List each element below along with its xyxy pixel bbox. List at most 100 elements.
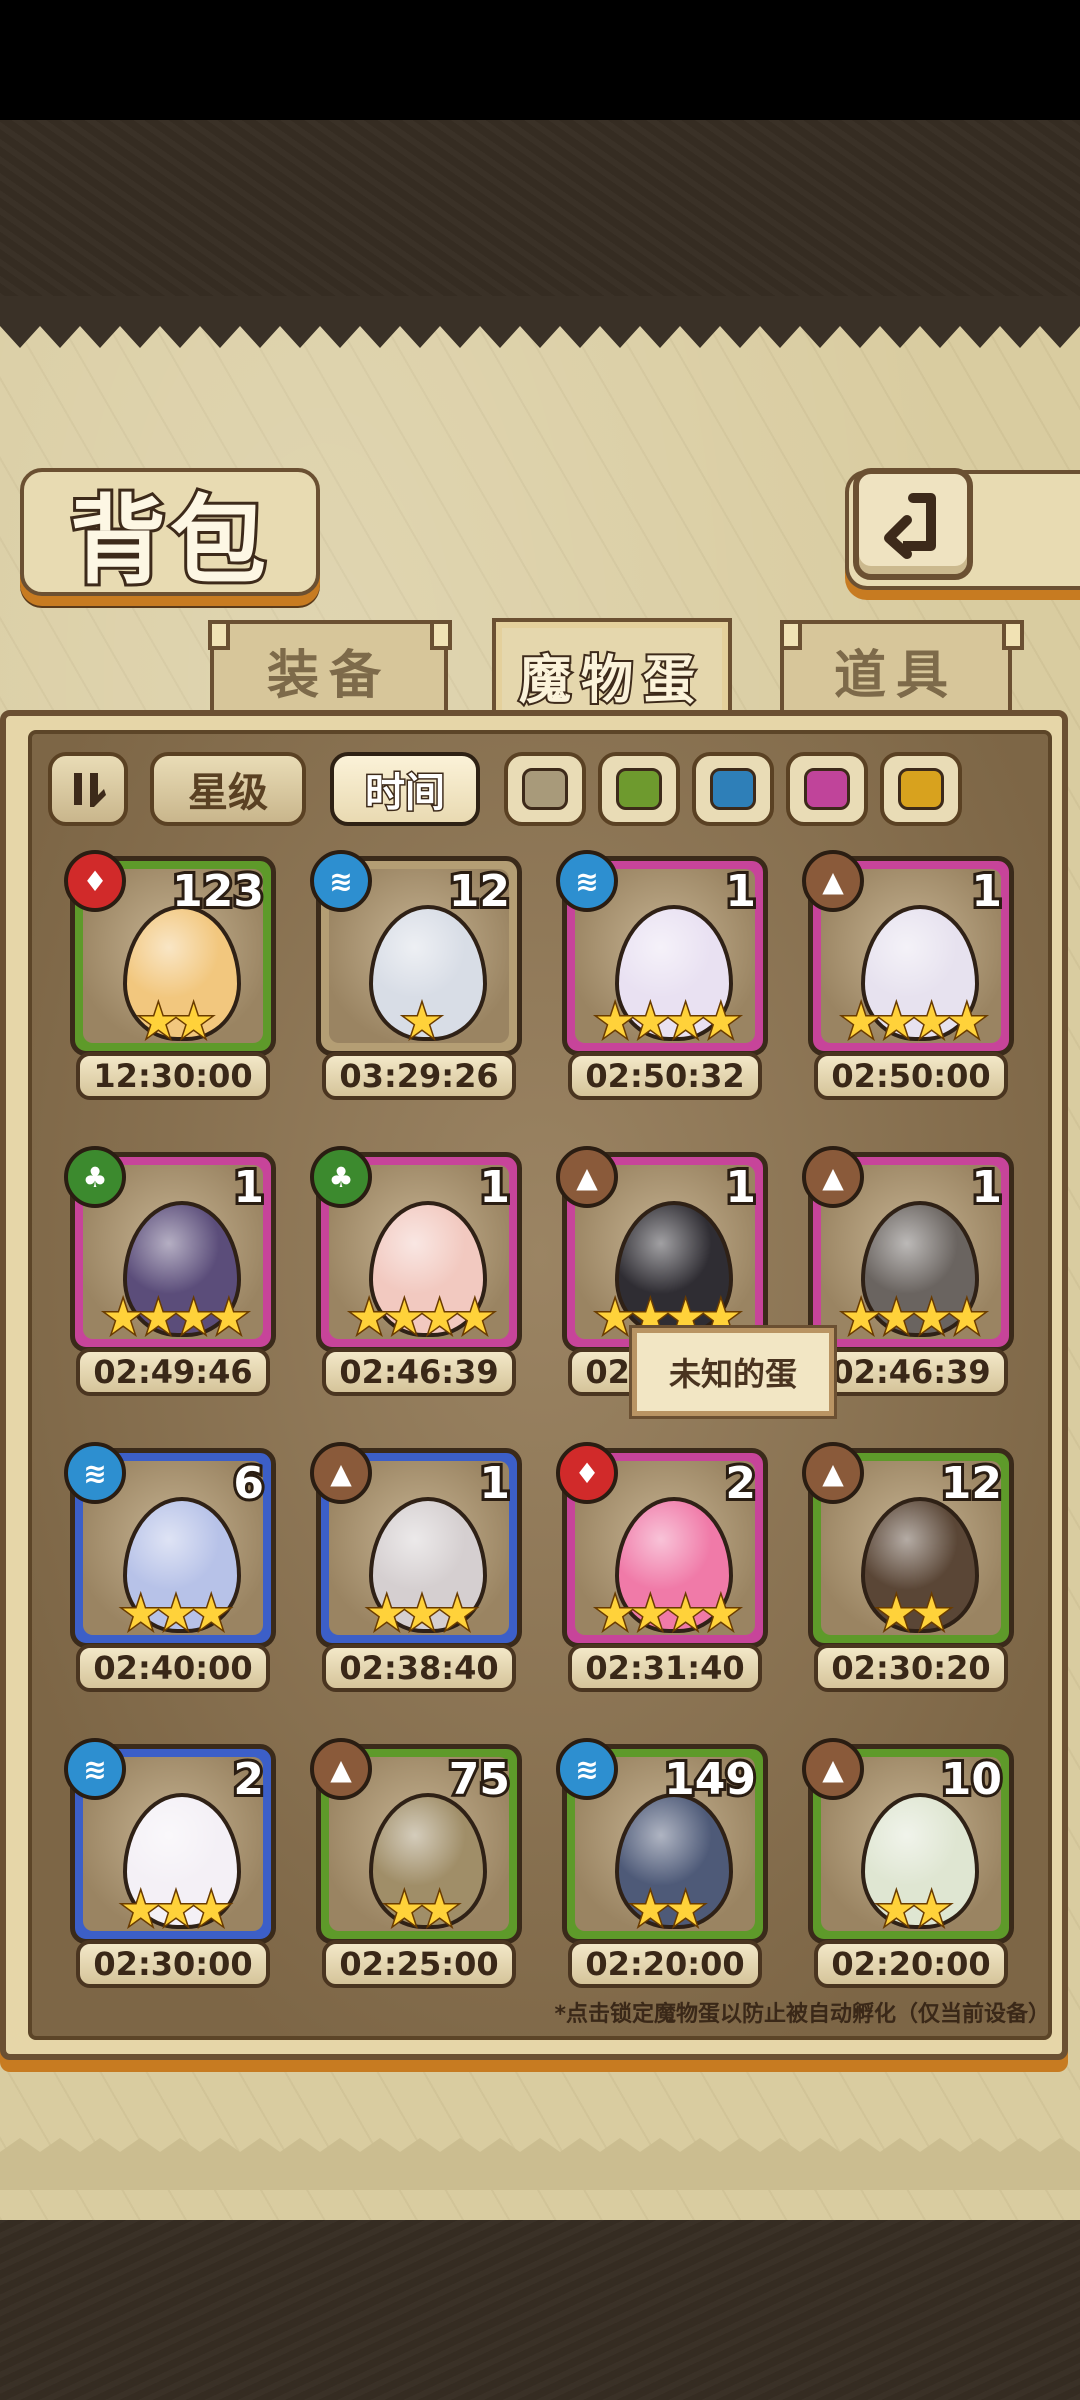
- filter-color-gray[interactable]: [504, 752, 586, 826]
- filter-color-pink[interactable]: [786, 752, 868, 826]
- hatch-timer: 02:20:00: [814, 1940, 1008, 1988]
- tab-post: [780, 620, 802, 650]
- water-element-icon: ≋: [556, 850, 618, 912]
- tab-monster-eggs-label: 魔物蛋: [517, 648, 705, 713]
- fire-element-icon: ♦: [64, 850, 126, 912]
- color-swatch: [522, 768, 568, 810]
- egg-star-rating: ★★: [382, 1882, 461, 1936]
- filter-color-green[interactable]: [598, 752, 680, 826]
- egg-card[interactable]: ≋ 12 ★ 03:29:26: [310, 850, 522, 1104]
- egg-count: 6: [230, 1455, 267, 1512]
- sort-order-button[interactable]: [48, 752, 128, 826]
- egg-count: 2: [722, 1455, 759, 1512]
- egg-card[interactable]: ♦ 2 ★★★★ 02:31:40: [556, 1442, 768, 1696]
- earth-element-icon: ▲: [802, 850, 864, 912]
- egg-count: 1: [722, 863, 759, 920]
- hatch-timer: 02:20:00: [568, 1940, 762, 1988]
- color-swatch: [898, 768, 944, 810]
- egg-star-rating: ★★★: [365, 1586, 480, 1640]
- status-bar: [0, 0, 1080, 120]
- hatch-timer: 02:30:00: [76, 1940, 270, 1988]
- egg-count: 1: [968, 1159, 1005, 1216]
- hatch-timer: 02:50:32: [568, 1052, 762, 1100]
- sort-toggle-icon: [74, 773, 106, 807]
- egg-star-rating: ★★: [628, 1882, 707, 1936]
- zigzag-edge-bottom: [0, 2138, 1080, 2190]
- egg-card[interactable]: ▲ 1 ★★★★ 02:50:00: [802, 850, 1014, 1104]
- egg-card[interactable]: ▲ 10 ★★ 02:20:00: [802, 1738, 1014, 1992]
- egg-count: 1: [230, 1159, 267, 1216]
- tab-post: [1002, 620, 1024, 650]
- egg-count: 12: [446, 863, 513, 920]
- hatch-timer: 02:38:40: [322, 1644, 516, 1692]
- egg-star-rating: ★★★★: [101, 1290, 251, 1344]
- egg-star-rating: ★★★: [119, 1586, 234, 1640]
- sort-by-stars-button[interactable]: 星级: [150, 752, 306, 826]
- zigzag-edge-top: [0, 296, 1080, 348]
- egg-count: 1: [476, 1159, 513, 1216]
- earth-element-icon: ▲: [556, 1146, 618, 1208]
- filter-color-gold[interactable]: [880, 752, 962, 826]
- egg-count: 10: [938, 1751, 1005, 1808]
- water-element-icon: ≋: [64, 1442, 126, 1504]
- hatch-timer: 02:46:39: [322, 1348, 516, 1396]
- filter-color-blue[interactable]: [692, 752, 774, 826]
- hatch-timer: 03:29:26: [322, 1052, 516, 1100]
- egg-star-rating: ★: [400, 994, 444, 1048]
- hatch-timer: 02:46:39: [814, 1348, 1008, 1396]
- egg-star-rating: ★★★★: [839, 1290, 989, 1344]
- egg-star-rating: ★★★★: [593, 994, 743, 1048]
- egg-count: 12: [938, 1455, 1005, 1512]
- egg-star-rating: ★★: [136, 994, 215, 1048]
- water-element-icon: ≋: [310, 850, 372, 912]
- egg-card[interactable]: ▲ 75 ★★ 02:25:00: [310, 1738, 522, 1992]
- sort-by-time-button[interactable]: 时间: [330, 752, 480, 826]
- egg-card[interactable]: ♣ 1 ★★★★ 02:49:46: [64, 1146, 276, 1400]
- hatch-timer: 02:50:00: [814, 1052, 1008, 1100]
- tab-equipment[interactable]: 装备: [210, 620, 448, 716]
- egg-card[interactable]: ≋ 2 ★★★ 02:30:00: [64, 1738, 276, 1992]
- egg-card[interactable]: ≋ 149 ★★ 02:20:00: [556, 1738, 768, 1992]
- tab-items[interactable]: 道具: [780, 620, 1012, 716]
- leaf-element-icon: ♣: [64, 1146, 126, 1208]
- lock-hint-footnote: *点击锁定魔物蛋以防止被自动孵化（仅当前设备）: [554, 2002, 1050, 2027]
- earth-element-icon: ▲: [802, 1738, 864, 1800]
- egg-star-rating: ★★: [874, 1586, 953, 1640]
- egg-card[interactable]: ♦ 123 ★★ 12:30:00: [64, 850, 276, 1104]
- sort-by-time-label: 时间: [364, 768, 447, 818]
- leaf-element-icon: ♣: [310, 1146, 372, 1208]
- hatch-timer: 02:40:00: [76, 1644, 270, 1692]
- back-button[interactable]: [853, 468, 973, 580]
- egg-card[interactable]: ▲ 12 ★★ 02:30:20: [802, 1442, 1014, 1696]
- hatch-timer: 02:49:46: [76, 1348, 270, 1396]
- egg-card[interactable]: ▲ 1 ★★★ 02:38:40: [310, 1442, 522, 1696]
- egg-card[interactable]: ≋ 6 ★★★ 02:40:00: [64, 1442, 276, 1696]
- fire-element-icon: ♦: [556, 1442, 618, 1504]
- egg-card[interactable]: ♣ 1 ★★★★ 02:46:39: [310, 1146, 522, 1400]
- tab-post: [208, 620, 230, 650]
- egg-count: 1: [722, 1159, 759, 1216]
- egg-count: 2: [230, 1751, 267, 1808]
- hatch-timer: 12:30:00: [76, 1052, 270, 1100]
- tab-equipment-label: 装备: [266, 644, 391, 706]
- map-background-bottom: [0, 2220, 1080, 2400]
- color-swatch: [616, 768, 662, 810]
- hatch-timer: 02:25:00: [322, 1940, 516, 1988]
- egg-star-rating: ★★★: [119, 1882, 234, 1936]
- earth-element-icon: ▲: [802, 1146, 864, 1208]
- egg-card[interactable]: ▲ 1 ★★★★02:46:39: [802, 1146, 1014, 1400]
- back-arrow-icon: [884, 493, 936, 559]
- title-banner: 背包: [20, 468, 320, 600]
- egg-count: 75: [446, 1751, 513, 1808]
- water-element-icon: ≋: [556, 1738, 618, 1800]
- egg-star-rating: ★★★★: [347, 1290, 497, 1344]
- map-background-top: [0, 120, 1080, 300]
- earth-element-icon: ▲: [310, 1442, 372, 1504]
- hatch-timer: 02:31:40: [568, 1644, 762, 1692]
- egg-star-rating: ★★★★: [593, 1586, 743, 1640]
- color-swatch: [710, 768, 756, 810]
- egg-tooltip-text: 未知的蛋: [668, 1355, 797, 1393]
- page-title: 背包: [67, 481, 270, 600]
- egg-card[interactable]: ≋ 1 ★★★★ 02:50:32: [556, 850, 768, 1104]
- egg-star-rating: ★★★★: [839, 994, 989, 1048]
